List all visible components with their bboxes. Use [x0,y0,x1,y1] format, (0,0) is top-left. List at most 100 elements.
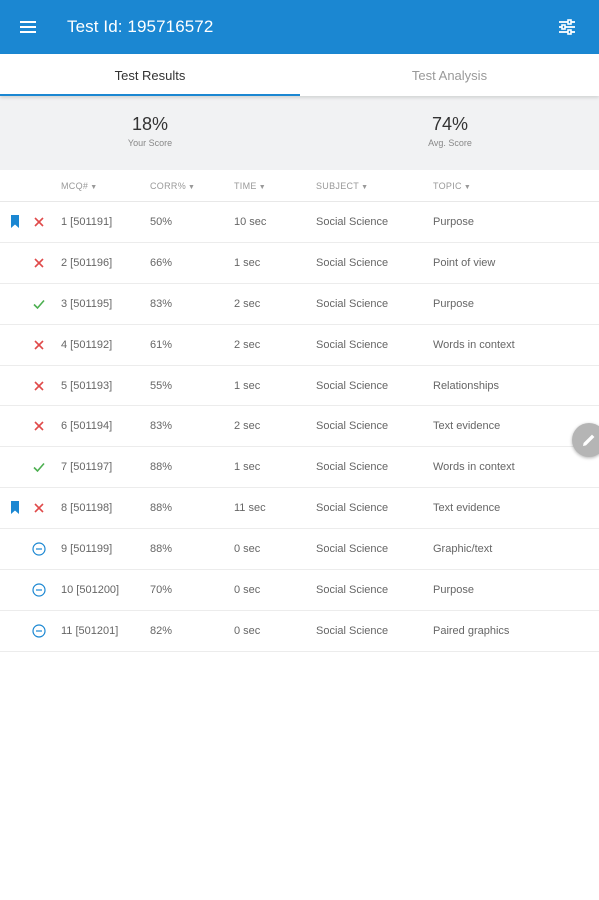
bookmark-icon[interactable] [10,215,20,228]
column-header-mcq[interactable]: MCQ# ▼ [61,181,97,191]
column-header-time[interactable]: TIME ▼ [234,181,266,191]
cell-topic: Purpose [433,216,474,228]
table-row[interactable]: 7 [501197] 88% 1 sec Social Science Words in… [0,447,599,489]
cross-icon [34,503,44,513]
table-row[interactable]: 11 [501201] 82% 0 sec Social Science Paired … [0,611,599,652]
cell-mcq: 2 [501196] [61,256,113,269]
pencil-icon [583,434,595,446]
your-score: 18% Your Score [100,114,200,148]
check-icon [33,463,45,473]
cell-mcq: 5 [501193] [61,379,113,392]
avg-score-value: 74% [431,114,469,134]
sliders-icon[interactable] [557,17,577,37]
tab-test-results[interactable]: Test Results [0,54,300,96]
cell-time: 1 sec [234,461,261,474]
cell-subject: Social Science [316,624,389,637]
cell-topic: Words in context [433,461,515,474]
column-header-mcq-label: MCQ# [61,181,89,191]
cell-time: 10 sec [234,216,267,228]
cell-corr: 82% [150,624,173,637]
tab-bar: Test Results Test Analysis [0,54,599,96]
table-row[interactable]: 2 [501196] 66% 1 sec Social Science Point of… [0,243,599,284]
cell-subject: Social Science [316,256,389,269]
active-tab-indicator [0,94,300,96]
your-score-label: Your Score [127,138,173,148]
cell-corr: 61% [150,338,173,351]
cell-mcq: 1 [501191] [61,216,113,228]
score-summary: 18% Your Score 74% Avg. Score [0,96,599,170]
cell-time: 2 sec [234,338,261,351]
cell-topic: Relationships [433,379,500,392]
table-row[interactable]: 4 [501192] 61% 2 sec Social Science Words in… [0,325,599,366]
edit-fab[interactable] [572,423,599,457]
cell-subject: Social Science [316,338,389,351]
cell-mcq: 10 [501200] [61,584,120,597]
cell-topic: Paired graphics [433,624,510,637]
cell-corr: 88% [150,543,173,556]
cell-corr: 83% [150,297,173,310]
cell-topic: Purpose [433,297,474,310]
cell-mcq: 9 [501199] [61,543,113,556]
cell-subject: Social Science [316,543,389,556]
cell-mcq: 11 [501201] [61,624,119,637]
skipped-minus-circle-icon [32,583,46,597]
cell-mcq: 3 [501195] [61,297,113,310]
cell-topic: Graphic/text [433,543,493,556]
cell-subject: Social Science [316,297,389,310]
cell-subject: Social Science [316,420,389,433]
cell-mcq: 4 [501192] [61,338,113,351]
table-row[interactable]: 10 [501200] 70% 0 sec Social Science Purpose [0,570,599,611]
cell-time: 1 sec [234,256,261,269]
column-header-topic[interactable]: TOPIC ▼ [433,181,471,191]
table-row[interactable]: 6 [501194] 83% 2 sec Social Science Text evi… [0,406,599,448]
column-header-subject[interactable]: SUBJECT ▼ [316,181,368,191]
cell-topic: Text evidence [433,502,501,515]
page-title: Test Id: 195716572 [67,17,214,36]
avg-score-label: Avg. Score [428,138,472,148]
cell-corr: 55% [150,379,173,392]
avg-score: 74% Avg. Score [400,114,500,148]
table-row[interactable]: 9 [501199] 88% 0 sec Social Science Graphic/… [0,529,599,571]
check-icon [33,299,45,309]
table-row[interactable]: 3 [501195] 83% 2 sec Social Science Purpose [0,284,599,325]
column-header-subject-label: SUBJECT [316,181,360,191]
cell-time: 1 sec [234,379,261,392]
sort-arrow-icon: ▼ [90,184,98,191]
cross-icon [34,258,44,268]
cell-corr: 70% [150,584,173,597]
skipped-minus-circle-icon [32,624,46,638]
cell-time: 2 sec [234,420,261,433]
cell-topic: Words in context [433,338,515,351]
cell-corr: 66% [150,256,173,269]
cell-corr: 88% [150,502,173,515]
tab-test-analysis[interactable]: Test Analysis [300,54,599,96]
cell-mcq: 6 [501194] [61,420,113,433]
bookmark-icon[interactable] [10,501,20,515]
table-row[interactable]: 5 [501193] 55% 1 sec Social Science Relation… [0,366,599,407]
cell-time: 0 sec [234,584,261,597]
table-row[interactable]: 1 [501191] 50% 10 sec Social Science Purpose [0,202,599,243]
cell-subject: Social Science [316,584,389,597]
table-row[interactable]: 8 [501198] 88% 11 sec Social Science Text ev… [0,488,599,530]
cell-mcq: 8 [501198] [61,502,113,515]
column-header-topic-label: TOPIC [433,181,462,191]
cell-subject: Social Science [316,461,389,474]
cell-subject: Social Science [316,216,389,228]
skipped-minus-circle-icon [32,542,46,556]
column-header-time-label: TIME [234,181,257,191]
cross-icon [34,421,44,432]
cell-topic: Text evidence [433,420,501,433]
cell-time: 0 sec [234,624,261,637]
sort-arrow-icon: ▼ [463,184,472,191]
sort-arrow-icon: ▼ [361,184,369,191]
cell-topic: Point of view [433,256,496,269]
column-header-corr-label: CORR% [150,181,187,191]
column-header-corr[interactable]: CORR% ▼ [150,181,195,191]
cell-corr: 83% [150,420,173,433]
hamburger-menu-icon[interactable] [20,17,40,37]
your-score-value: 18% [131,114,169,134]
cell-mcq: 7 [501197] [61,461,113,474]
app-bar: Test Id: 195716572 [0,0,599,54]
cell-corr: 88% [150,461,173,474]
cell-time: 0 sec [234,543,261,556]
